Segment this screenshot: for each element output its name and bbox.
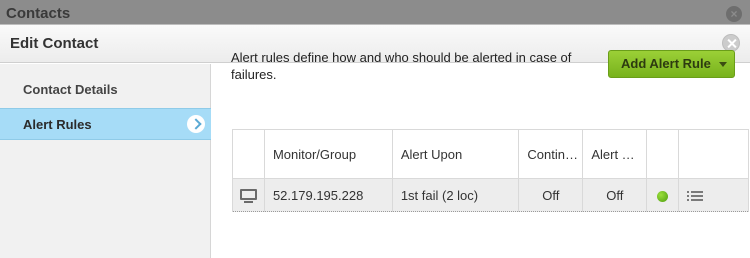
add-alert-rule-label: Add Alert Rule xyxy=(621,56,711,71)
chevron-right-icon xyxy=(187,115,205,133)
column-header-continuous[interactable]: Contin… xyxy=(518,129,584,179)
sidebar: Contact Details Alert Rules xyxy=(0,64,211,258)
background-close-icon[interactable]: × xyxy=(726,6,742,22)
caret-down-icon xyxy=(719,62,727,67)
actions-cell xyxy=(678,178,749,212)
sidebar-item-alert-rules[interactable]: Alert Rules xyxy=(0,108,211,140)
column-header-alert[interactable]: Alert … xyxy=(582,129,648,179)
continuous-cell: Off xyxy=(518,178,584,212)
status-cell xyxy=(646,178,680,212)
alert-rules-table: Monitor/Group Alert Upon Contin… Alert …… xyxy=(232,129,749,212)
column-header-actions xyxy=(678,129,749,179)
column-header-icon xyxy=(232,129,265,179)
monitor-cell: 52.179.195.228 xyxy=(263,178,393,212)
background-window-title: Contacts xyxy=(6,5,71,22)
add-alert-rule-button[interactable]: Add Alert Rule xyxy=(608,50,735,78)
table-row[interactable]: 52.179.195.228 1st fail (2 loc) Off Off xyxy=(232,178,749,212)
column-header-alert-upon[interactable]: Alert Upon xyxy=(391,129,520,179)
sidebar-item-label: Contact Details xyxy=(23,82,118,97)
column-header-status xyxy=(646,129,680,179)
row-type-cell xyxy=(232,178,265,212)
alert-rules-description: Alert rules define how and who should be… xyxy=(231,50,572,82)
monitor-icon xyxy=(240,188,257,203)
dialog-title: Edit Contact xyxy=(10,35,99,52)
list-menu-icon[interactable] xyxy=(687,190,704,202)
sidebar-item-label: Alert Rules xyxy=(23,117,92,132)
status-dot-icon xyxy=(657,190,669,202)
alert-upon-cell: 1st fail (2 loc) xyxy=(391,178,520,212)
column-header-monitor[interactable]: Monitor/Group xyxy=(263,129,393,179)
alert-cell: Off xyxy=(582,178,648,212)
sidebar-item-contact-details[interactable]: Contact Details xyxy=(0,74,211,106)
table-header-row: Monitor/Group Alert Upon Contin… Alert … xyxy=(232,129,749,179)
